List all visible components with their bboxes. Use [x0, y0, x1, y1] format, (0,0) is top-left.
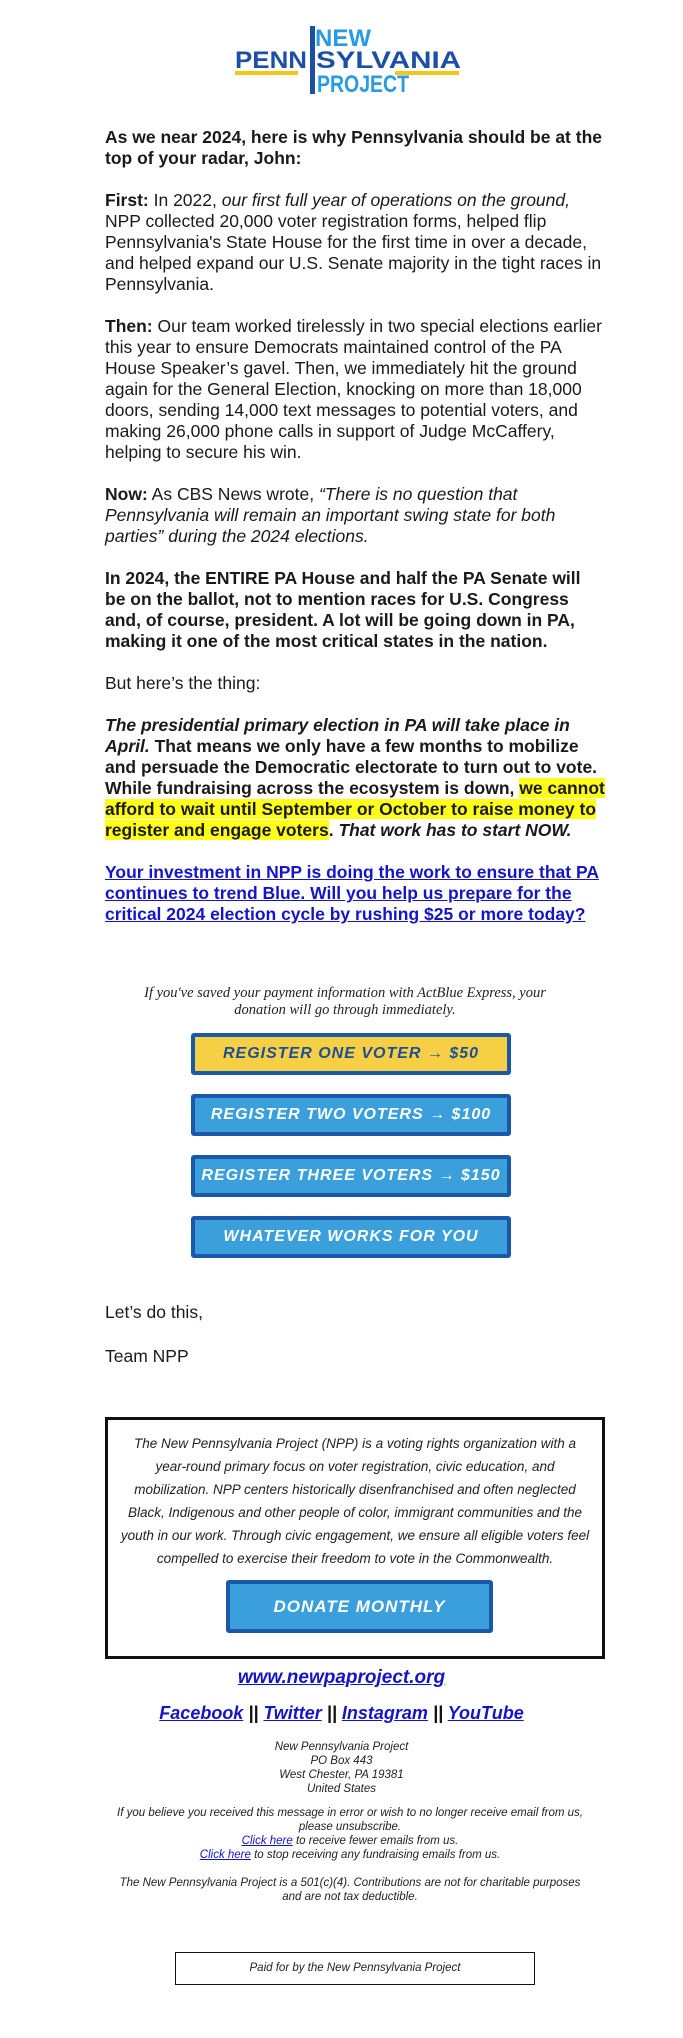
fewer-emails-line: Click here to receive fewer emails from … [241, 1835, 459, 1847]
first-label: First: [105, 190, 149, 210]
twitter-link[interactable]: Twitter [263, 1703, 321, 1723]
tax-disclaimer: The New Pennsylvania Project is a 501(c)… [119, 1877, 581, 1903]
address-line: New Pennsylvania Project [274, 1741, 409, 1753]
signature: Team NPP [105, 1346, 189, 1366]
stop-fundraising-line: Click here to stop receiving any fundrai… [199, 1849, 501, 1861]
donate-cta-link[interactable]: Your investment in NPP is doing the work… [105, 862, 599, 924]
paid-for-disclaimer: Paid for by the New Pennsylvania Project [175, 1952, 535, 1985]
email-body: As we near 2024, here is why Pennsylvani… [105, 127, 605, 946]
about-npp-box: The New Pennsylvania Project (NPP) is a … [105, 1417, 605, 1659]
npp-logo-mark: NEW PENN SYLVANIA PROJECT [235, 25, 461, 96]
separator: || [326, 1703, 337, 1723]
about-text: The New Pennsylvania Project (NPP) is a … [120, 1436, 590, 1566]
youtube-link[interactable]: YouTube [448, 1703, 524, 1723]
website-line: www.newpaproject.org [0, 1667, 683, 1689]
stakes-paragraph: In 2024, the ENTIRE PA House and half th… [105, 568, 581, 651]
svg-text:SYLVANIA: SYLVANIA [316, 47, 461, 74]
separator: || [248, 1703, 259, 1723]
svg-text:PROJECT: PROJECT [317, 71, 409, 96]
social-links: Facebook || Twitter || Instagram || YouT… [0, 1703, 683, 1724]
address-line: United States [306, 1783, 377, 1795]
now-label: Now: [105, 484, 148, 504]
register-three-voters-button[interactable]: REGISTER THREE VOTERS → $150 [191, 1155, 511, 1197]
mailing-address: New Pennsylvania Project PO Box 443 West… [0, 1740, 683, 1796]
svg-text:PENN: PENN [235, 47, 307, 74]
unsubscribe-block: If you believe you received this message… [110, 1806, 590, 1862]
then-paragraph: Then: Our team worked tirelessly in two … [105, 316, 602, 462]
register-one-voter-button[interactable]: REGISTER ONE VOTER → $50 [191, 1033, 511, 1075]
cta-paragraph: Your investment in NPP is doing the work… [105, 862, 605, 925]
signoff-line: Let’s do this, [105, 1302, 203, 1322]
first-paragraph: First: In 2022, our first full year of o… [105, 190, 602, 294]
npp-logo: NEW PENN SYLVANIA PROJECT [235, 20, 465, 96]
stop-fundraising-link[interactable]: Click here [200, 1849, 251, 1861]
fewer-emails-link[interactable]: Click here [242, 1835, 293, 1847]
separator: || [432, 1703, 444, 1723]
now-paragraph: Now: As CBS News wrote, “There is no que… [105, 484, 556, 546]
but-paragraph: But here’s the thing: [105, 673, 261, 693]
address-line: West Chester, PA 19381 [279, 1769, 404, 1781]
unsubscribe-text: If you believe you received this message… [117, 1807, 583, 1833]
actblue-express-note: If you've saved your payment information… [144, 985, 546, 1018]
urgent-paragraph: The presidential primary election in PA … [105, 715, 605, 840]
whatever-works-button[interactable]: WHATEVER WORKS FOR YOU [191, 1216, 511, 1258]
intro-heading: As we near 2024, here is why Pennsylvani… [105, 127, 602, 168]
address-line: PO Box 443 [310, 1755, 373, 1767]
register-two-voters-button[interactable]: REGISTER TWO VOTERS → $100 [191, 1094, 511, 1136]
website-link[interactable]: www.newpaproject.org [238, 1667, 445, 1688]
then-label: Then: [105, 316, 153, 336]
instagram-link[interactable]: Instagram [342, 1703, 428, 1723]
facebook-link[interactable]: Facebook [159, 1703, 243, 1723]
donate-monthly-button[interactable]: DONATE MONTHLY [226, 1580, 493, 1633]
